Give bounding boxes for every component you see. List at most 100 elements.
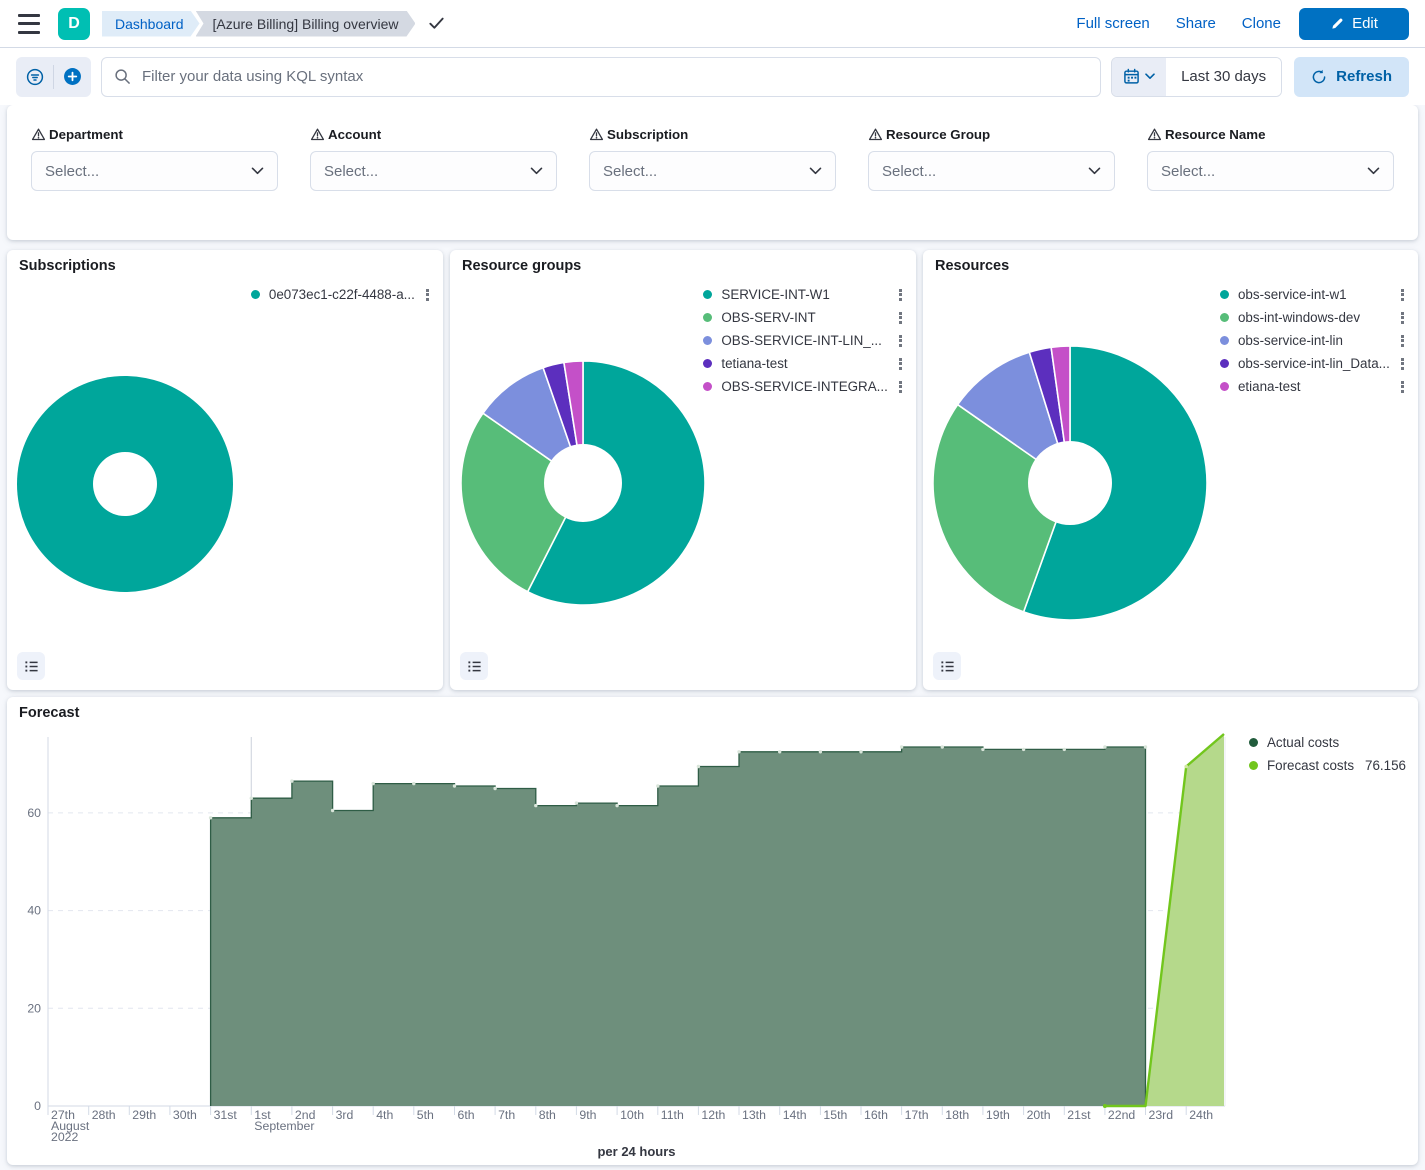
saved-query-menu-button[interactable]	[16, 57, 53, 97]
filter-label: Account	[310, 127, 557, 142]
breadcrumb: Dashboard [Azure Billing] Billing overvi…	[102, 11, 445, 37]
select-placeholder: Select...	[882, 163, 936, 180]
filter-label: Resource Name	[1147, 127, 1394, 142]
menu-icon[interactable]	[16, 14, 42, 34]
resources-legend: obs-service-int-w1 obs-int-windows-dev obs…	[1220, 287, 1406, 394]
legend-item-label[interactable]: tetiana-test	[721, 356, 787, 371]
filter-label: Department	[31, 127, 278, 142]
forecast-area-chart[interactable]: 020406027thAugust202228th29th30th31st1st…	[7, 697, 1418, 1165]
svg-text:30th: 30th	[173, 1108, 197, 1122]
legend-item-menu-icon[interactable]	[1399, 311, 1406, 325]
kql-search-input[interactable]	[140, 67, 1088, 86]
legend-color-dot	[251, 290, 260, 299]
legend-item-menu-icon[interactable]	[424, 288, 431, 302]
legend-item-label[interactable]: OBS-SERVICE-INT-LIN_...	[721, 333, 881, 348]
svg-text:24th: 24th	[1189, 1108, 1213, 1122]
legend-toggle-button[interactable]	[460, 652, 488, 680]
legend-item-menu-icon[interactable]	[897, 288, 904, 302]
breadcrumb-current-dashboard[interactable]: [Azure Billing] Billing overview	[196, 11, 416, 37]
legend-item-menu-icon[interactable]	[1399, 334, 1406, 348]
resource-groups-legend: SERVICE-INT-W1 OBS-SERV-INT OBS-SERVICE-IN…	[703, 287, 904, 394]
legend-item-menu-icon[interactable]	[897, 311, 904, 325]
svg-text:12th: 12th	[701, 1108, 725, 1122]
refresh-button[interactable]: Refresh	[1294, 57, 1409, 97]
donut-charts-row: Subscriptions 0e073ec1-c22f-4488-a... Re…	[7, 250, 1418, 690]
refresh-button-label: Refresh	[1336, 68, 1392, 85]
filter-label-text: Resource Group	[886, 127, 990, 142]
legend-color-dot	[703, 382, 712, 391]
breadcrumb-dashboard[interactable]: Dashboard	[102, 11, 200, 37]
legend-item-label[interactable]: OBS-SERVICE-INTEGRA...	[721, 379, 887, 394]
svg-text:2022: 2022	[51, 1130, 79, 1144]
legend-item-label[interactable]: obs-int-windows-dev	[1238, 310, 1360, 325]
svg-text:15th: 15th	[823, 1108, 847, 1122]
edit-button-label: Edit	[1352, 15, 1378, 32]
legend-item-label[interactable]: obs-service-int-w1	[1238, 287, 1347, 302]
calendar-icon	[1123, 68, 1140, 85]
add-filter-button[interactable]	[54, 57, 91, 97]
query-bar: Last 30 days Refresh	[0, 48, 1425, 105]
legend-item[interactable]: Actual costs	[1249, 735, 1406, 750]
full-screen-link[interactable]: Full screen	[1076, 15, 1149, 32]
svg-text:9th: 9th	[579, 1108, 596, 1122]
legend-item-menu-icon[interactable]	[1399, 288, 1406, 302]
legend-color-dot	[703, 290, 712, 299]
legend-item-label[interactable]: SERVICE-INT-W1	[721, 287, 829, 302]
legend-color-dot	[703, 313, 712, 322]
share-link[interactable]: Share	[1176, 15, 1216, 32]
svg-text:0: 0	[34, 1099, 41, 1113]
list-icon	[940, 659, 955, 674]
filter-label-text: Subscription	[607, 127, 688, 142]
legend-toggle-button[interactable]	[933, 652, 961, 680]
svg-text:3rd: 3rd	[336, 1108, 354, 1122]
list-icon	[467, 659, 482, 674]
svg-text:19th: 19th	[986, 1108, 1010, 1122]
account-select[interactable]: Select...	[310, 151, 557, 191]
time-range-button[interactable]: Last 30 days	[1166, 58, 1281, 96]
edit-button[interactable]: Edit	[1299, 8, 1409, 40]
legend-item-label[interactable]: obs-service-int-lin_Data...	[1238, 356, 1390, 371]
filter-control-account: Account Select...	[310, 127, 557, 240]
warning-icon	[310, 127, 325, 142]
kql-search-box	[101, 57, 1101, 97]
legend-item-label[interactable]: etiana-test	[1238, 379, 1301, 394]
checkmark-icon[interactable]	[428, 15, 445, 32]
legend-item-label[interactable]: 0e073ec1-c22f-4488-a...	[269, 287, 415, 302]
calendar-button[interactable]	[1112, 58, 1166, 96]
clone-link[interactable]: Clone	[1242, 15, 1281, 32]
warning-icon	[589, 127, 604, 142]
resource-group-select[interactable]: Select...	[868, 151, 1115, 191]
legend-item-label[interactable]: obs-service-int-lin	[1238, 333, 1343, 348]
legend-item[interactable]: Forecast costs76.156	[1249, 758, 1406, 773]
legend-item-label: Forecast costs	[1267, 758, 1354, 773]
filter-label: Subscription	[589, 127, 836, 142]
svg-text:18th: 18th	[945, 1108, 969, 1122]
legend-item-menu-icon[interactable]	[1399, 357, 1406, 371]
legend-color-dot	[1220, 336, 1229, 345]
legend-color-dot	[1249, 738, 1258, 747]
svg-text:7th: 7th	[498, 1108, 515, 1122]
legend-item-menu-icon[interactable]	[897, 380, 904, 394]
legend-item-menu-icon[interactable]	[1399, 380, 1406, 394]
deployment-logo[interactable]: D	[58, 8, 90, 40]
warning-icon	[868, 127, 883, 142]
subscriptions-donut-chart[interactable]	[7, 250, 443, 690]
subscription-select[interactable]: Select...	[589, 151, 836, 191]
chevron-down-icon	[1145, 73, 1155, 80]
warning-icon	[1147, 127, 1162, 142]
svg-text:40: 40	[27, 904, 41, 918]
resource-name-select[interactable]: Select...	[1147, 151, 1394, 191]
svg-text:60: 60	[27, 806, 41, 820]
legend-toggle-button[interactable]	[17, 652, 45, 680]
legend-item-menu-icon[interactable]	[897, 334, 904, 348]
legend-item-label[interactable]: OBS-SERV-INT	[721, 310, 815, 325]
select-placeholder: Select...	[1161, 163, 1215, 180]
legend-color-dot	[1220, 290, 1229, 299]
svg-text:14th: 14th	[783, 1108, 807, 1122]
svg-text:2nd: 2nd	[295, 1108, 316, 1122]
svg-text:11th: 11th	[661, 1108, 684, 1122]
subscriptions-panel: Subscriptions 0e073ec1-c22f-4488-a...	[7, 250, 443, 690]
legend-item-menu-icon[interactable]	[897, 357, 904, 371]
svg-text:13th: 13th	[742, 1108, 766, 1122]
department-select[interactable]: Select...	[31, 151, 278, 191]
